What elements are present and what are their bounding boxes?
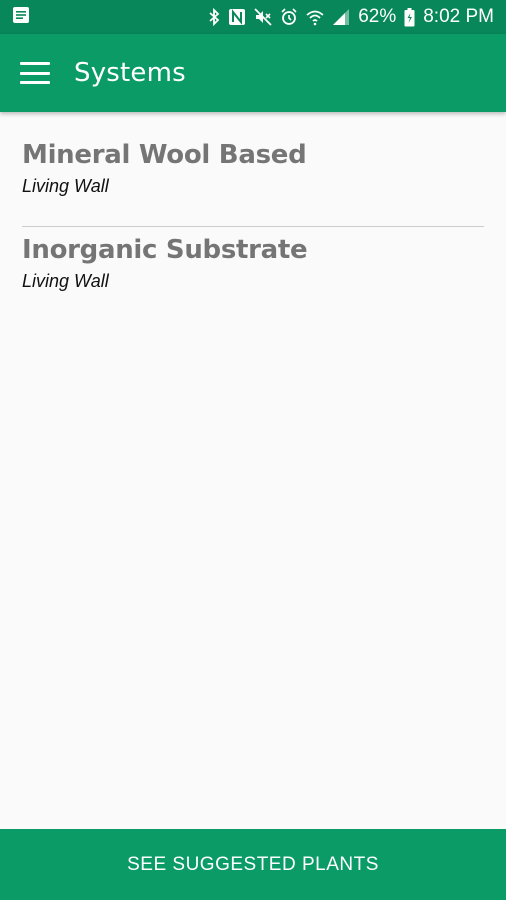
app-bar: Systems [0, 34, 506, 112]
status-bar: 62% 8:02 PM [0, 0, 506, 34]
clock: 8:02 PM [423, 6, 494, 27]
bluetooth-icon [208, 8, 220, 26]
system-name: Inorganic Substrate [22, 235, 308, 265]
wifi-icon [306, 8, 324, 26]
menu-icon[interactable] [20, 62, 50, 84]
system-type: Living Wall [22, 176, 109, 196]
system-name: Mineral Wool Based [22, 140, 307, 170]
systems-list: Mineral Wool Based Living Wall Inorganic… [22, 112, 484, 292]
battery-text: 62% [358, 6, 397, 27]
page-title: Systems [74, 58, 186, 88]
nfc-icon [228, 8, 246, 26]
alarm-icon [280, 8, 298, 26]
mute-icon [254, 8, 272, 26]
see-suggested-plants-button[interactable]: SEE SUGGESTED PLANTS [0, 829, 506, 900]
list-item[interactable]: Mineral Wool Based Living Wall [22, 112, 484, 226]
system-type: Living Wall [22, 271, 109, 291]
notification-icon [12, 6, 30, 29]
list-item[interactable]: Inorganic Substrate Living Wall [22, 227, 484, 292]
battery-icon [404, 7, 415, 27]
signal-icon [332, 8, 350, 26]
